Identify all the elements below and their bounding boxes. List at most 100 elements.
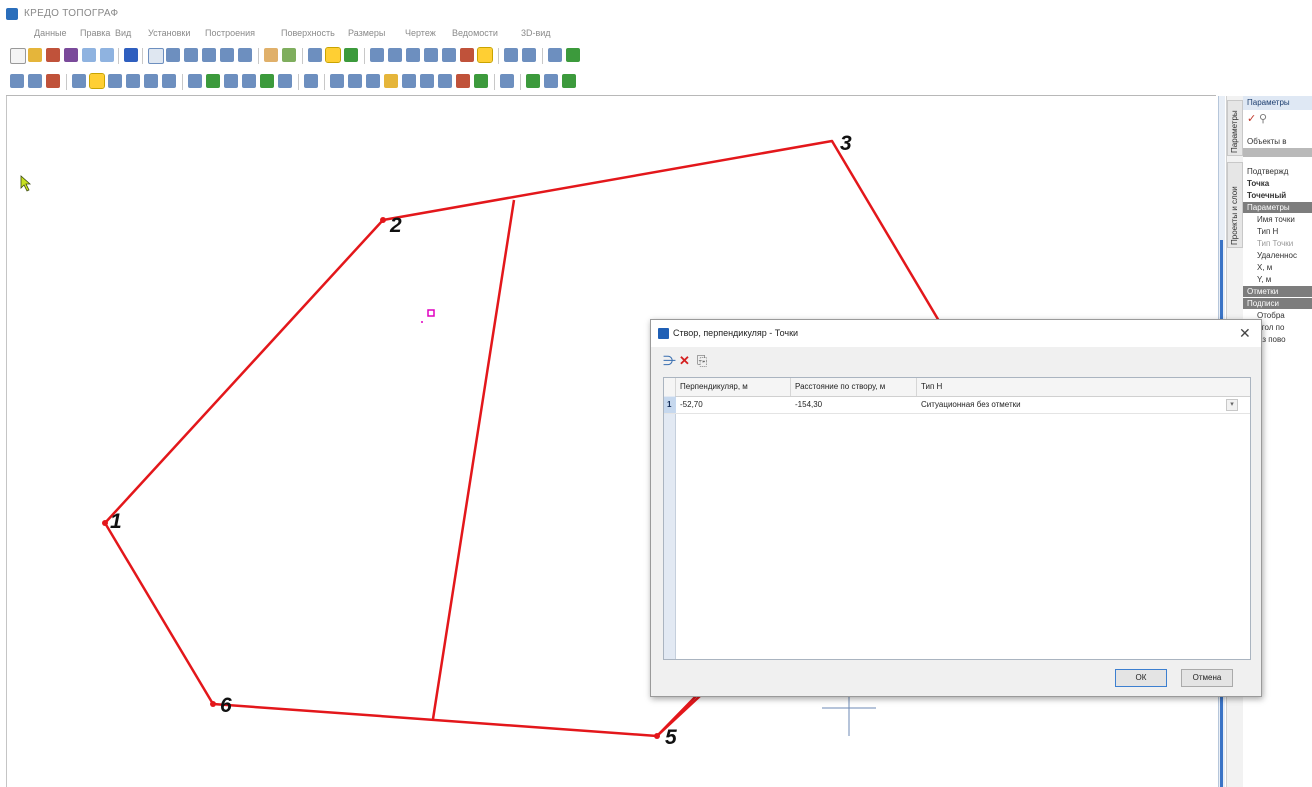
cancel-button[interactable]: Отмена <box>1181 669 1233 687</box>
ok-button[interactable]: ОК <box>1115 669 1167 687</box>
tab-projects-layers[interactable]: Проекты и слои <box>1227 162 1243 248</box>
report-icon[interactable] <box>526 74 540 88</box>
node-add-icon[interactable] <box>330 74 344 88</box>
zoom-window-icon[interactable] <box>166 48 180 62</box>
select-points-icon[interactable] <box>325 47 341 63</box>
zoom-all-icon[interactable] <box>220 48 234 62</box>
rotate-icon[interactable] <box>260 74 274 88</box>
node-fill-icon[interactable] <box>438 74 452 88</box>
filter-icon[interactable]: ⚲ <box>1259 112 1267 125</box>
scale-icon[interactable] <box>278 74 292 88</box>
node-table-icon[interactable] <box>384 74 398 88</box>
param-row[interactable]: Точка <box>1243 178 1312 189</box>
menu-constructions[interactable]: Построения <box>205 28 255 38</box>
active-tool-icon[interactable] <box>477 47 493 63</box>
param-group[interactable]: Параметры <box>1243 202 1312 213</box>
dots-icon[interactable] <box>522 48 536 62</box>
angle-icon[interactable] <box>46 74 60 88</box>
menu-settings[interactable]: Установки <box>148 28 190 38</box>
menu-edit[interactable]: Правка <box>80 28 110 38</box>
report-grid-icon[interactable] <box>544 74 558 88</box>
trim-icon[interactable] <box>304 74 318 88</box>
circle-tool-icon[interactable] <box>442 48 456 62</box>
snap-icon[interactable] <box>264 48 278 62</box>
merge-icon[interactable] <box>206 74 220 88</box>
menu-3d-view[interactable]: 3D-вид <box>521 28 551 38</box>
param-row[interactable] <box>1243 148 1312 157</box>
param-row[interactable]: Тип Точки <box>1243 238 1312 249</box>
column-header-type[interactable]: Тип Н <box>917 378 1250 396</box>
delete-icon[interactable]: ✕ <box>679 353 690 369</box>
intersect-icon[interactable] <box>10 74 24 88</box>
menu-data[interactable]: Данные <box>34 28 67 38</box>
ground-icon[interactable] <box>108 74 122 88</box>
grid-icon[interactable] <box>282 48 296 62</box>
node-delete-icon[interactable] <box>402 74 416 88</box>
symbol-tool-icon[interactable] <box>424 48 438 62</box>
open-icon[interactable] <box>28 48 42 62</box>
param-row[interactable]: Имя точки <box>1243 214 1312 225</box>
table-row[interactable]: 1 -52,70 -154,30 Ситуационная без отметк… <box>664 397 1250 414</box>
measure-icon[interactable] <box>548 48 562 62</box>
perpendicular-line[interactable] <box>431 199 516 720</box>
new-file-icon[interactable] <box>10 48 26 64</box>
frame-icon[interactable] <box>148 48 164 64</box>
copy-object-icon[interactable] <box>224 74 238 88</box>
export-icon[interactable] <box>562 74 576 88</box>
cell-perpendicular[interactable]: -52,70 <box>676 397 791 413</box>
menu-drawing[interactable]: Чертеж <box>405 28 436 38</box>
param-group[interactable]: Отметки <box>1243 286 1312 297</box>
vertex-marker-1[interactable] <box>102 520 108 526</box>
insert-row-icon[interactable]: ⋺ <box>663 353 676 369</box>
vertex-marker-6[interactable] <box>210 701 216 707</box>
layer-icon[interactable] <box>124 48 138 62</box>
param-row[interactable]: Тип Н <box>1243 226 1312 237</box>
vertex-marker-2[interactable] <box>380 217 386 223</box>
node-text-icon[interactable] <box>366 74 380 88</box>
pan-icon[interactable] <box>238 48 252 62</box>
line-tool-icon[interactable] <box>388 48 402 62</box>
undo-icon[interactable] <box>82 48 96 62</box>
cell-type[interactable]: Ситуационная без отметки <box>917 397 1222 413</box>
param-row[interactable]: Удаленнос <box>1243 250 1312 261</box>
redo-icon[interactable] <box>100 48 114 62</box>
param-row[interactable]: Точечный <box>1243 190 1312 201</box>
node-circle-icon[interactable] <box>420 74 434 88</box>
measure-area-icon[interactable] <box>566 48 580 62</box>
node-level-icon[interactable] <box>474 74 488 88</box>
pencil-icon[interactable] <box>460 48 474 62</box>
import-icon[interactable] <box>46 48 60 62</box>
param-row[interactable]: X, м <box>1243 262 1312 273</box>
param-row[interactable]: Y, м <box>1243 274 1312 285</box>
menu-surface[interactable]: Поверхность <box>281 28 335 38</box>
node-move-icon[interactable] <box>348 74 362 88</box>
node-edit-icon[interactable] <box>456 74 470 88</box>
cell-distance[interactable]: -154,30 <box>791 397 917 413</box>
align-icon[interactable] <box>126 74 140 88</box>
chevron-down-icon[interactable]: ▾ <box>1226 399 1238 411</box>
selected-point-marker[interactable] <box>421 309 435 323</box>
vertex-marker-5[interactable] <box>654 733 660 739</box>
split-icon[interactable] <box>188 74 202 88</box>
menu-dimensions[interactable]: Размеры <box>348 28 385 38</box>
zoom-in-icon[interactable] <box>184 48 198 62</box>
mirror-icon[interactable] <box>242 74 256 88</box>
select-icon[interactable] <box>308 48 322 62</box>
menu-view[interactable]: Вид <box>115 28 131 38</box>
save-icon[interactable] <box>64 48 78 62</box>
close-icon[interactable]: ✕ <box>1239 325 1251 342</box>
table-icon[interactable] <box>504 48 518 62</box>
polar-icon[interactable] <box>72 74 86 88</box>
extend-icon[interactable] <box>144 74 158 88</box>
point-tool-icon[interactable] <box>370 48 384 62</box>
column-header-distance[interactable]: Расстояние по створу, м <box>791 378 917 396</box>
menu-reports[interactable]: Ведомости <box>452 28 498 38</box>
zoom-out-icon[interactable] <box>202 48 216 62</box>
column-header-perpendicular[interactable]: Перпендикуляр, м <box>676 378 791 396</box>
perpendicular-icon[interactable] <box>89 73 105 89</box>
param-group[interactable]: Подписи <box>1243 298 1312 309</box>
text-tool-icon[interactable] <box>406 48 420 62</box>
offset-icon[interactable] <box>28 74 42 88</box>
attach-icon[interactable] <box>500 74 514 88</box>
select-lines-icon[interactable] <box>344 48 358 62</box>
